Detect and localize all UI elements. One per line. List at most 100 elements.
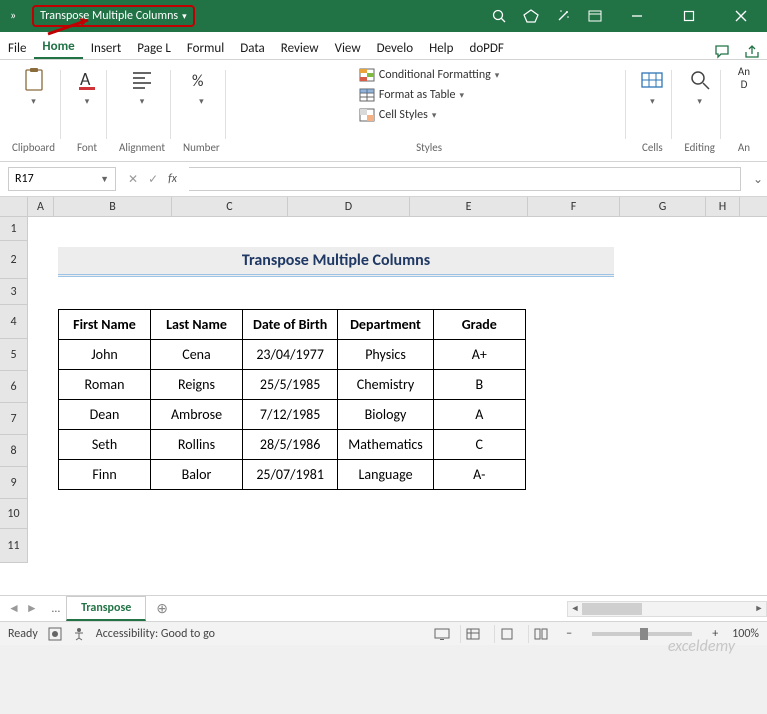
group-label: Styles [416, 141, 442, 155]
display-settings-icon[interactable] [434, 628, 450, 640]
tab-page-layout[interactable]: Page L [129, 37, 179, 59]
sheet-overflow[interactable]: … [46, 602, 66, 616]
new-sheet-button[interactable]: ⊕ [146, 600, 178, 617]
sheet-tab-active[interactable]: Transpose [66, 596, 146, 621]
cell-styles-button[interactable]: Cell Styles▾ [355, 106, 503, 124]
column-headers: A B C D E F G H [0, 197, 767, 217]
zoom-slider[interactable] [592, 632, 692, 636]
tab-home[interactable]: Home [34, 35, 82, 59]
comments-button[interactable] [707, 45, 737, 59]
tab-insert[interactable]: Insert [83, 37, 130, 59]
macro-record-icon[interactable] [48, 627, 62, 641]
minimize-button[interactable] [619, 0, 655, 32]
col-header[interactable]: F [528, 197, 620, 216]
cells-button[interactable]: ▾ [638, 66, 666, 107]
select-all-cell[interactable] [0, 197, 28, 216]
group-label: Cells [642, 141, 663, 155]
horizontal-scrollbar[interactable]: ◄ ► [567, 601, 767, 617]
table-header[interactable]: First Name [59, 310, 151, 340]
col-header[interactable]: H [706, 197, 740, 216]
table-header[interactable]: Grade [433, 310, 525, 340]
fx-label[interactable]: fx [168, 172, 177, 187]
row-header[interactable]: 3 [0, 279, 28, 305]
alignment-button[interactable]: ▾ [128, 66, 156, 107]
search-icon[interactable] [491, 8, 507, 24]
row-header[interactable]: 10 [0, 499, 28, 529]
zoom-in-button[interactable]: + [708, 627, 722, 641]
col-header[interactable]: G [620, 197, 706, 216]
next-sheet-icon[interactable]: ► [26, 601, 38, 616]
col-header[interactable]: D [288, 197, 410, 216]
number-button[interactable]: % ▾ [187, 66, 215, 107]
scroll-right-icon[interactable]: ► [752, 602, 766, 616]
tab-dopdf[interactable]: doPDF [461, 37, 511, 59]
row-header[interactable]: 6 [0, 371, 28, 403]
cells-icon [638, 66, 666, 94]
tab-file[interactable]: File [0, 37, 34, 59]
tab-developer[interactable]: Develo [369, 37, 421, 59]
normal-view-button[interactable] [460, 625, 484, 643]
tab-review[interactable]: Review [273, 37, 327, 59]
row-header[interactable]: 5 [0, 339, 28, 371]
tab-data[interactable]: Data [232, 37, 273, 59]
table-header[interactable]: Date of Birth [243, 310, 338, 340]
scroll-left-icon[interactable]: ◄ [568, 602, 582, 616]
tab-help[interactable]: Help [421, 37, 461, 59]
analyze-button[interactable]: An D [738, 66, 750, 90]
zoom-slider-knob[interactable] [640, 628, 648, 640]
col-header[interactable]: E [410, 197, 528, 216]
ribbon: ▾ Clipboard A ▾ Font ▾ Alignment % ▾ Num… [0, 60, 767, 162]
row-header[interactable]: 11 [0, 529, 28, 563]
window-mode-icon[interactable] [587, 8, 603, 24]
format-as-table-button[interactable]: Format as Table▾ [355, 86, 503, 104]
expand-formula-bar-icon[interactable]: ⌄ [749, 172, 767, 187]
col-header[interactable]: A [28, 197, 54, 216]
page-break-view-button[interactable] [528, 625, 552, 643]
conditional-formatting-button[interactable]: Conditional Formatting▾ [355, 66, 503, 84]
tab-formulas[interactable]: Formul [179, 37, 232, 59]
chevron-down-icon[interactable]: ▼ [100, 174, 109, 185]
row-header[interactable]: 9 [0, 467, 28, 499]
prev-sheet-icon[interactable]: ◄ [8, 601, 20, 616]
status-ready: Ready [8, 627, 38, 641]
cells-area[interactable]: Transpose Multiple Columns First Name La… [28, 217, 767, 595]
tab-view[interactable]: View [327, 37, 369, 59]
expand-ribbon-icon[interactable]: » [0, 9, 26, 23]
page-layout-view-button[interactable] [494, 625, 518, 643]
zoom-level[interactable]: 100% [732, 627, 759, 641]
row-header[interactable]: 1 [0, 217, 28, 241]
wand-icon[interactable] [555, 8, 571, 24]
editing-button[interactable]: ▾ [686, 66, 714, 107]
formula-bar: R17 ▼ ✕ ✓ fx ⌄ [0, 162, 767, 197]
col-header[interactable]: C [172, 197, 288, 216]
name-box[interactable]: R17 ▼ [8, 167, 116, 191]
spreadsheet-grid[interactable]: A B C D E F G H 1 2 3 4 5 6 7 8 9 10 11 … [0, 197, 767, 595]
close-button[interactable] [723, 0, 759, 32]
share-button[interactable] [737, 45, 767, 59]
group-label: Alignment [119, 141, 165, 155]
cancel-formula-icon[interactable]: ✕ [128, 172, 138, 187]
scroll-thumb[interactable] [582, 603, 642, 615]
row-header[interactable]: 2 [0, 241, 28, 279]
table-header[interactable]: Department [338, 310, 434, 340]
ribbon-group-analyze: An D An [727, 64, 761, 157]
enter-formula-icon[interactable]: ✓ [148, 172, 158, 187]
clipboard-button[interactable]: ▾ [20, 66, 48, 107]
zoom-out-button[interactable]: − [562, 627, 576, 641]
formula-input[interactable] [189, 167, 741, 191]
accessibility-icon[interactable] [72, 627, 86, 641]
group-label: Editing [684, 141, 715, 155]
font-button[interactable]: A ▾ [73, 66, 101, 107]
table-header[interactable]: Last Name [151, 310, 243, 340]
maximize-button[interactable] [671, 0, 707, 32]
row-header[interactable]: 7 [0, 403, 28, 435]
row-header[interactable]: 8 [0, 435, 28, 467]
row-header[interactable]: 4 [0, 305, 28, 339]
document-name: Transpose Multiple Columns [40, 9, 178, 23]
ribbon-group-clipboard: ▾ Clipboard [6, 64, 61, 157]
col-header[interactable]: B [54, 197, 172, 216]
document-name-dropdown[interactable]: Transpose Multiple Columns ▾ [32, 5, 194, 27]
cond-format-icon [359, 68, 375, 82]
premium-icon[interactable] [523, 8, 539, 24]
table-row: DeanAmbrose7/12/1985BiologyA [59, 400, 526, 430]
